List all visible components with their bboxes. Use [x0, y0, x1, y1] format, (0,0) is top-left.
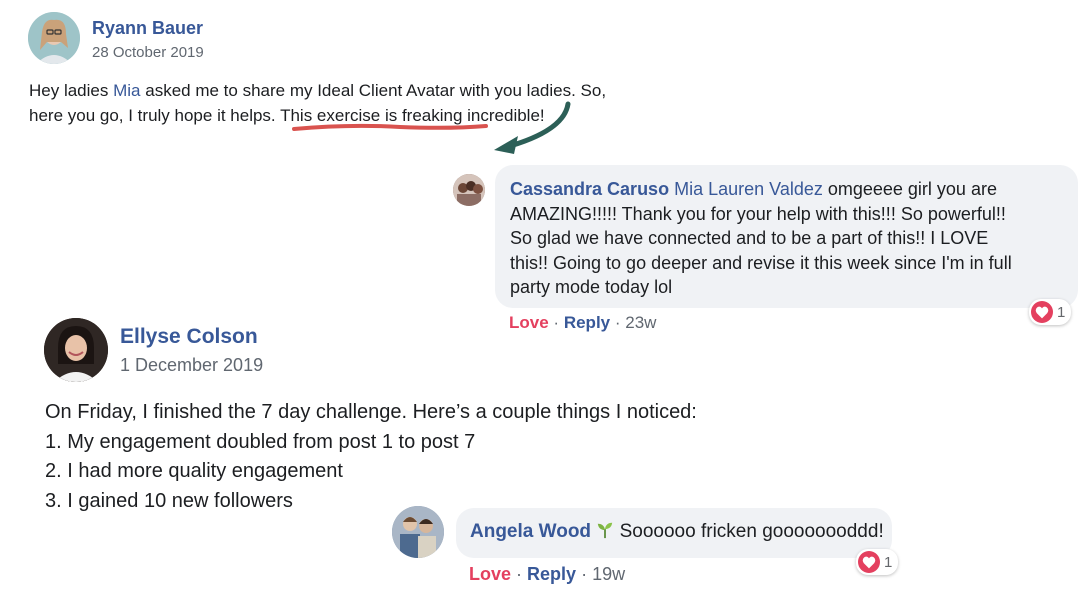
post-line-1: On Friday, I finished the 7 day challeng… — [45, 401, 697, 423]
comment-line-1: Cassandra Caruso Mia Lauren Valdez omgee… — [510, 177, 1075, 202]
comment-line-4: this!! Going to go deeper and revise it … — [510, 252, 1012, 273]
comment-bubble: Angela Wood Soooooo fricken goooooooddd! — [456, 508, 892, 558]
comment-actions: Love · Reply · 19w — [469, 564, 625, 585]
comment-body: Cassandra Caruso Mia Lauren Valdez omgee… — [510, 177, 1075, 300]
heart-icon — [858, 551, 880, 573]
comment-actions: Love · Reply · 23w — [509, 313, 656, 333]
mention-link[interactable]: Mia — [113, 81, 140, 100]
comment-author[interactable]: Angela Wood — [470, 521, 591, 542]
reaction-count: 1 — [1057, 303, 1066, 321]
post-author[interactable]: Ryann Bauer — [92, 18, 203, 39]
post-date[interactable]: 28 October 2019 — [92, 44, 204, 61]
comment-body: Angela Wood Soooooo fricken goooooooddd! — [470, 521, 884, 543]
underline-annotation — [292, 123, 488, 131]
mention-link[interactable]: Mia Lauren Valdez — [674, 179, 823, 199]
reaction-count: 1 — [884, 553, 893, 571]
comment-text: omgeeee girl you are — [822, 179, 997, 199]
post-author[interactable]: Ellyse Colson — [120, 325, 258, 349]
reply-link[interactable]: Reply — [527, 564, 576, 584]
comment-age[interactable]: 19w — [592, 564, 625, 584]
reaction-badge[interactable]: 1 — [1029, 299, 1072, 325]
separator: · — [614, 313, 621, 332]
comment-text: Soooooo fricken goooooooddd! — [619, 521, 884, 542]
post-line-3: 2. I had more quality engagement — [45, 460, 343, 482]
love-link[interactable]: Love — [509, 313, 549, 332]
comment-line-3: So glad we have connected and to be a pa… — [510, 228, 989, 248]
avatar-cassandra[interactable] — [453, 174, 485, 206]
separator: · — [516, 564, 523, 584]
post-line-2: 1. My engagement doubled from post 1 to … — [45, 430, 476, 453]
comment-age[interactable]: 23w — [625, 313, 656, 332]
post-text: Hey ladies — [29, 81, 114, 100]
avatar-ryann[interactable] — [28, 12, 80, 64]
arrow-annotation — [494, 101, 571, 154]
comment-author[interactable]: Cassandra Caruso — [510, 179, 669, 199]
reply-link[interactable]: Reply — [564, 313, 610, 332]
reaction-badge[interactable]: 1 — [856, 549, 899, 575]
separator: · — [581, 564, 588, 584]
post-text: here you go, I truly hope it helps. — [29, 106, 281, 125]
avatar-ellyse[interactable] — [44, 318, 108, 382]
love-link[interactable]: Love — [469, 564, 511, 584]
heart-icon — [1031, 301, 1053, 323]
comment-line-2: AMAZING!!!!! Thank you for your help wit… — [510, 203, 1006, 224]
post-body: On Friday, I finished the 7 day challeng… — [45, 398, 697, 516]
seedling-icon — [596, 521, 619, 542]
post-date[interactable]: 1 December 2019 — [120, 355, 263, 376]
comment-bubble: Cassandra Caruso Mia Lauren Valdez omgee… — [495, 165, 1078, 308]
comment-line-5: party mode today lol — [510, 277, 673, 297]
post-text: asked me to share my Ideal Client Avatar… — [140, 81, 607, 100]
separator: · — [553, 313, 560, 332]
avatar-angela[interactable] — [392, 506, 444, 558]
